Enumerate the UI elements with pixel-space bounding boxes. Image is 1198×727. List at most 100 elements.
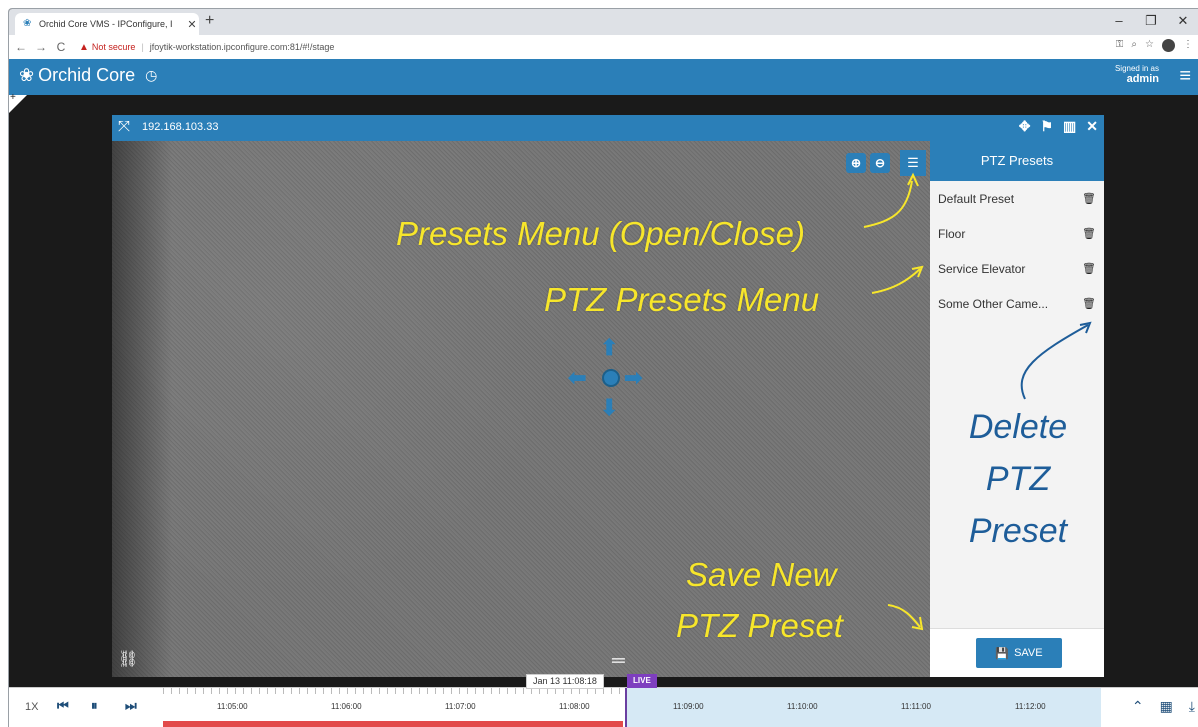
zoom-in-icon[interactable]: ⊕ (846, 153, 866, 173)
app-logo[interactable]: ❀ Orchid Core ◷ (19, 65, 157, 86)
preset-name: Default Preset (938, 191, 1015, 206)
timeline-tick: 11:10:00 (787, 702, 818, 711)
clock-icon[interactable]: ◷ (145, 67, 157, 84)
resize-handle-icon[interactable]: ═ (612, 650, 625, 671)
video-feed[interactable]: ⊕ ⊖ ☰ ⬆ ⬅ ➡ ⬇ ⛓ ═ Presets Menu (Open/Clo… (112, 141, 930, 677)
minimize-icon[interactable]: – (1103, 9, 1135, 35)
camera-tile: ⤧ 192.168.103.33 ✥ ⚑ ▥ ✕ ⊕ ⊖ ☰ ⬆ ⬅ ➡ ⬇ ⛓… (112, 115, 1104, 677)
window-controls: – ❐ ✕ (1103, 9, 1198, 35)
trash-icon[interactable]: 🗑 (1082, 227, 1096, 240)
annotation-delete-line1: Delete (968, 408, 1068, 446)
annotation-presets-menu: PTZ Presets Menu (544, 281, 820, 318)
tab-title: Orchid Core VMS - IPConfigure, I (39, 19, 173, 29)
tab-close-icon[interactable]: ✕ (185, 18, 199, 31)
url-field[interactable]: jfoytik-workstation.ipconfigure.com:81/#… (150, 42, 335, 52)
skip-forward-icon[interactable]: ⏭ (125, 698, 137, 714)
timeline-cursor[interactable] (625, 688, 627, 727)
unlink-icon[interactable]: ⛓ (118, 649, 138, 669)
reload-icon[interactable]: C (53, 40, 69, 54)
browser-tab[interactable]: ❀ Orchid Core VMS - IPConfigure, I ✕ (15, 13, 199, 35)
close-tile-icon[interactable]: ✕ (1086, 118, 1098, 135)
skip-back-icon[interactable]: ⏮ (57, 698, 69, 714)
ptz-right-arrow-icon[interactable]: ➡ (624, 367, 642, 389)
signed-in-info: Signed in as admin (1115, 63, 1159, 85)
username: admin (1126, 73, 1159, 85)
trash-icon[interactable]: 🗑 (1082, 262, 1096, 275)
star-icon[interactable]: ☆ (1145, 39, 1154, 52)
ptz-move-icon[interactable]: ✥ (1019, 118, 1031, 135)
trash-icon[interactable]: 🗑 (1082, 297, 1096, 310)
key-icon[interactable]: ⚿ (1116, 39, 1124, 52)
save-label: SAVE (1014, 647, 1043, 659)
playback-speed[interactable]: 1X (25, 701, 38, 713)
current-time-label: Jan 13 11:08:18 (526, 674, 604, 689)
preset-item[interactable]: Some Other Came... 🗑 (930, 286, 1104, 321)
live-badge[interactable]: LIVE (627, 674, 657, 688)
security-label[interactable]: Not secure (92, 42, 136, 52)
new-tab-button[interactable]: + (205, 12, 214, 30)
camera-header: ⤧ 192.168.103.33 ✥ ⚑ ▥ ✕ (112, 115, 1104, 141)
stage: + ⤧ 192.168.103.33 ✥ ⚑ ▥ ✕ ⊕ ⊖ ☰ ⬆ ⬅ ➡ ⬇… (9, 92, 1198, 687)
download-icon[interactable]: ⤓ (1189, 698, 1195, 715)
close-window-icon[interactable]: ✕ (1167, 9, 1198, 35)
floppy-disk-icon: 💾 (995, 647, 1010, 660)
presets-list: Default Preset 🗑 Floor 🗑 Service Elevato… (930, 181, 1104, 321)
tab-strip: ❀ Orchid Core VMS - IPConfigure, I ✕ + –… (9, 9, 1198, 35)
ptz-control: ⬆ ⬅ ➡ ⬇ (568, 331, 652, 421)
ptz-down-arrow-icon[interactable]: ⬇ (600, 397, 618, 419)
add-icon[interactable]: + (10, 92, 16, 103)
address-actions: ⚿ ⌕ ☆ ⋮ (1116, 39, 1193, 52)
trash-icon[interactable]: 🗑 (1082, 192, 1096, 205)
lotus-icon: ❀ (19, 65, 35, 85)
forward-icon[interactable]: → (33, 40, 49, 54)
ptz-left-arrow-icon[interactable]: ⬅ (568, 367, 586, 389)
recording-segment (163, 721, 623, 727)
annotation-delete-line2: PTZ (985, 460, 1051, 498)
preset-item[interactable]: Service Elevator 🗑 (930, 251, 1104, 286)
timeline-tick: 11:05:00 (217, 702, 248, 711)
back-icon[interactable]: ← (13, 40, 29, 54)
browser-window: ❀ Orchid Core VMS - IPConfigure, I ✕ + –… (8, 8, 1198, 727)
preset-name: Floor (938, 226, 966, 241)
restore-icon[interactable]: ❐ (1135, 9, 1167, 35)
timeline-tick: 11:09:00 (673, 702, 704, 711)
zoom-icon[interactable]: ⌕ (1131, 39, 1137, 52)
annotation-save-line1: Save New (686, 556, 837, 593)
timeline-actions: ⌃ ▦ ⤓ (1132, 698, 1195, 715)
preset-item[interactable]: Default Preset 🗑 (930, 181, 1104, 216)
preset-name: Service Elevator (938, 261, 1026, 276)
ptz-center-icon[interactable] (602, 369, 620, 387)
profile-avatar-icon[interactable] (1162, 39, 1175, 52)
orchid-favicon-icon: ❀ (23, 18, 32, 29)
stats-icon[interactable]: ▥ (1063, 118, 1076, 135)
hamburger-menu-icon[interactable]: ≡ (1179, 65, 1191, 88)
pause-icon[interactable]: ⏸ (91, 698, 98, 714)
timeline-tick: 11:12:00 (1015, 702, 1046, 711)
annotation-presets-toggle: Presets Menu (Open/Close) (396, 215, 806, 252)
presets-menu-toggle-button[interactable]: ☰ (900, 150, 926, 176)
preset-item[interactable]: Floor 🗑 (930, 216, 1104, 251)
annotation-delete-line3: Preset (968, 512, 1068, 550)
timeline-tick: 11:06:00 (331, 702, 362, 711)
calendar-icon[interactable]: ▦ (1160, 698, 1173, 715)
motion-icon[interactable]: ⚑ (1040, 118, 1053, 135)
save-preset-button[interactable]: 💾 SAVE (976, 638, 1062, 668)
annotation-save-line2: PTZ Preset (676, 607, 843, 644)
expand-icon[interactable]: ⤧ (118, 118, 130, 135)
warning-icon: ▲ (79, 41, 89, 53)
app-header: ❀ Orchid Core ◷ Signed in as admin ≡ (9, 59, 1198, 95)
timeline-bar: 1X ⏮ ⏸ ⏭ 11:05:00 11:06:00 11:07:00 11:0… (9, 674, 1198, 727)
more-icon[interactable]: ⋮ (1183, 39, 1193, 52)
address-divider: | (141, 42, 144, 52)
chevron-up-icon[interactable]: ⌃ (1132, 698, 1144, 715)
timeline-tick: 11:08:00 (559, 702, 590, 711)
timeline-tick: 11:11:00 (901, 702, 931, 711)
timeline-tick: 11:07:00 (445, 702, 476, 711)
preset-name: Some Other Came... (938, 296, 1049, 311)
app-name: Orchid Core (38, 65, 136, 85)
ptz-presets-panel: PTZ Presets Default Preset 🗑 Floor 🗑 Ser… (930, 141, 1104, 677)
presets-footer: 💾 SAVE (930, 628, 1104, 677)
ptz-up-arrow-icon[interactable]: ⬆ (600, 337, 618, 359)
timeline-track[interactable]: 11:05:00 11:06:00 11:07:00 11:08:00 11:0… (163, 674, 1101, 727)
zoom-out-icon[interactable]: ⊖ (870, 153, 890, 173)
